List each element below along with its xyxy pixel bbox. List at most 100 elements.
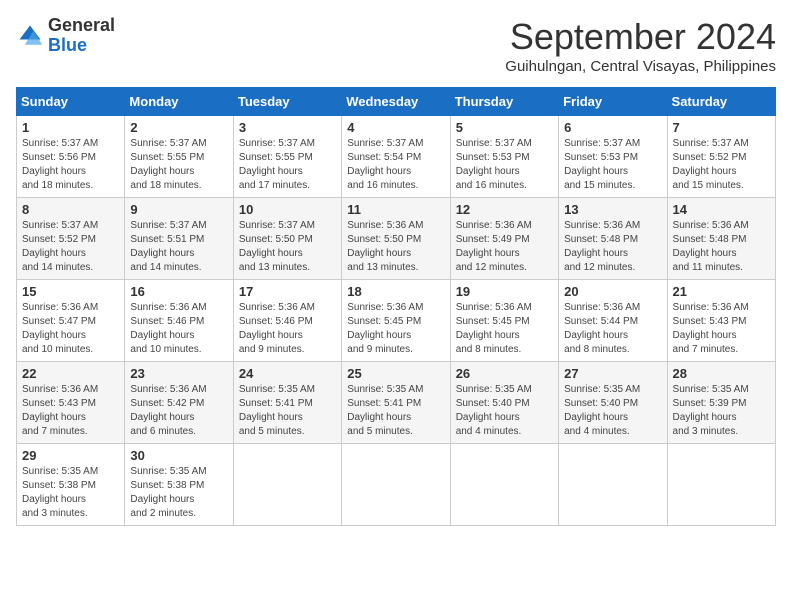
day-number: 2 — [130, 120, 227, 135]
day-detail: Sunrise: 5:35 AMSunset: 5:38 PMDaylight … — [130, 466, 206, 519]
day-number: 25 — [347, 366, 444, 381]
day-number: 15 — [22, 284, 119, 299]
logo-icon — [16, 22, 44, 50]
weekday-header: Thursday — [450, 88, 558, 116]
day-number: 20 — [564, 284, 661, 299]
calendar-cell: 19 Sunrise: 5:36 AMSunset: 5:45 PMDayligh… — [450, 280, 558, 362]
day-detail: Sunrise: 5:36 AMSunset: 5:47 PMDaylight … — [22, 302, 98, 355]
calendar-table: SundayMondayTuesdayWednesdayThursdayFrid… — [16, 87, 776, 526]
day-number: 8 — [22, 202, 119, 217]
day-detail: Sunrise: 5:37 AMSunset: 5:50 PMDaylight … — [239, 220, 315, 273]
calendar-cell: 12 Sunrise: 5:36 AMSunset: 5:49 PMDayligh… — [450, 198, 558, 280]
day-detail: Sunrise: 5:36 AMSunset: 5:44 PMDaylight … — [564, 302, 640, 355]
day-number: 23 — [130, 366, 227, 381]
weekday-header: Friday — [559, 88, 667, 116]
day-number: 10 — [239, 202, 336, 217]
day-number: 29 — [22, 448, 119, 463]
day-number: 13 — [564, 202, 661, 217]
day-number: 19 — [456, 284, 553, 299]
calendar-cell — [342, 444, 450, 526]
day-number: 7 — [673, 120, 770, 135]
day-detail: Sunrise: 5:37 AMSunset: 5:52 PMDaylight … — [673, 138, 749, 191]
calendar-cell: 20 Sunrise: 5:36 AMSunset: 5:44 PMDayligh… — [559, 280, 667, 362]
page-header: General Blue September 2024 Guihulngan, … — [16, 16, 776, 75]
calendar-cell: 11Sunrise: 5:36 AMSunset: 5:50 PMDayligh… — [342, 198, 450, 280]
day-detail: Sunrise: 5:37 AMSunset: 5:51 PMDaylight … — [130, 220, 206, 273]
location: Guihulngan, Central Visayas, Philippines — [505, 58, 776, 75]
calendar-cell: 30 Sunrise: 5:35 AMSunset: 5:38 PMDayligh… — [125, 444, 233, 526]
day-number: 16 — [130, 284, 227, 299]
calendar-cell: 7 Sunrise: 5:37 AMSunset: 5:52 PMDaylight… — [667, 116, 775, 198]
calendar-cell: 1 Sunrise: 5:37 AMSunset: 5:56 PMDaylight… — [17, 116, 125, 198]
day-detail: Sunrise: 5:36 AMSunset: 5:48 PMDaylight … — [564, 220, 640, 273]
calendar-cell: 29 Sunrise: 5:35 AMSunset: 5:38 PMDayligh… — [17, 444, 125, 526]
calendar-cell: 22 Sunrise: 5:36 AMSunset: 5:43 PMDayligh… — [17, 362, 125, 444]
title-block: September 2024 Guihulngan, Central Visay… — [505, 16, 776, 75]
day-number: 22 — [22, 366, 119, 381]
day-detail: Sunrise: 5:36 AMSunset: 5:43 PMDaylight … — [673, 302, 749, 355]
day-number: 26 — [456, 366, 553, 381]
weekday-header: Saturday — [667, 88, 775, 116]
day-number: 24 — [239, 366, 336, 381]
calendar-cell — [450, 444, 558, 526]
day-detail: Sunrise: 5:36 AMSunset: 5:45 PMDaylight … — [347, 302, 423, 355]
day-number: 12 — [456, 202, 553, 217]
day-number: 11 — [347, 202, 444, 217]
weekday-header: Monday — [125, 88, 233, 116]
weekday-header: Tuesday — [233, 88, 341, 116]
day-detail: Sunrise: 5:35 AMSunset: 5:41 PMDaylight … — [239, 384, 315, 437]
calendar-cell: 13 Sunrise: 5:36 AMSunset: 5:48 PMDayligh… — [559, 198, 667, 280]
day-number: 27 — [564, 366, 661, 381]
day-detail: Sunrise: 5:37 AMSunset: 5:53 PMDaylight … — [564, 138, 640, 191]
logo-blue-text: Blue — [48, 35, 87, 55]
day-detail: Sunrise: 5:36 AMSunset: 5:46 PMDaylight … — [239, 302, 315, 355]
day-number: 9 — [130, 202, 227, 217]
day-detail: Sunrise: 5:37 AMSunset: 5:54 PMDaylight … — [347, 138, 423, 191]
logo: General Blue — [16, 16, 115, 56]
day-detail: Sunrise: 5:37 AMSunset: 5:52 PMDaylight … — [22, 220, 98, 273]
day-detail: Sunrise: 5:37 AMSunset: 5:55 PMDaylight … — [130, 138, 206, 191]
weekday-header: Wednesday — [342, 88, 450, 116]
calendar-cell: 26 Sunrise: 5:35 AMSunset: 5:40 PMDayligh… — [450, 362, 558, 444]
weekday-header: Sunday — [17, 88, 125, 116]
day-detail: Sunrise: 5:36 AMSunset: 5:43 PMDaylight … — [22, 384, 98, 437]
calendar-cell: 2 Sunrise: 5:37 AMSunset: 5:55 PMDaylight… — [125, 116, 233, 198]
day-number: 18 — [347, 284, 444, 299]
month-title: September 2024 — [505, 16, 776, 58]
day-detail: Sunrise: 5:36 AMSunset: 5:49 PMDaylight … — [456, 220, 532, 273]
day-number: 14 — [673, 202, 770, 217]
day-number: 4 — [347, 120, 444, 135]
day-number: 1 — [22, 120, 119, 135]
calendar-cell — [559, 444, 667, 526]
calendar-cell: 23 Sunrise: 5:36 AMSunset: 5:42 PMDayligh… — [125, 362, 233, 444]
calendar-cell: 14 Sunrise: 5:36 AMSunset: 5:48 PMDayligh… — [667, 198, 775, 280]
calendar-cell — [233, 444, 341, 526]
day-number: 6 — [564, 120, 661, 135]
calendar-cell: 27Sunrise: 5:35 AMSunset: 5:40 PMDayligh… — [559, 362, 667, 444]
calendar-cell: 24 Sunrise: 5:35 AMSunset: 5:41 PMDayligh… — [233, 362, 341, 444]
day-number: 30 — [130, 448, 227, 463]
calendar-cell: 16 Sunrise: 5:36 AMSunset: 5:46 PMDayligh… — [125, 280, 233, 362]
calendar-cell: 6 Sunrise: 5:37 AMSunset: 5:53 PMDaylight… — [559, 116, 667, 198]
calendar-cell: 18 Sunrise: 5:36 AMSunset: 5:45 PMDayligh… — [342, 280, 450, 362]
day-number: 21 — [673, 284, 770, 299]
day-detail: Sunrise: 5:35 AMSunset: 5:38 PMDaylight … — [22, 466, 98, 519]
calendar-cell: 4 Sunrise: 5:37 AMSunset: 5:54 PMDaylight… — [342, 116, 450, 198]
calendar-cell: 21 Sunrise: 5:36 AMSunset: 5:43 PMDayligh… — [667, 280, 775, 362]
day-number: 5 — [456, 120, 553, 135]
day-detail: Sunrise: 5:37 AMSunset: 5:53 PMDaylight … — [456, 138, 532, 191]
calendar-body: 1 Sunrise: 5:37 AMSunset: 5:56 PMDaylight… — [17, 116, 776, 526]
day-detail: Sunrise: 5:35 AMSunset: 5:40 PMDaylight … — [456, 384, 532, 437]
day-detail: Sunrise: 5:35 AMSunset: 5:39 PMDaylight … — [673, 384, 749, 437]
calendar-cell: 25Sunrise: 5:35 AMSunset: 5:41 PMDayligh… — [342, 362, 450, 444]
calendar-cell: 15 Sunrise: 5:36 AMSunset: 5:47 PMDayligh… — [17, 280, 125, 362]
calendar-cell: 28Sunrise: 5:35 AMSunset: 5:39 PMDayligh… — [667, 362, 775, 444]
day-detail: Sunrise: 5:36 AMSunset: 5:48 PMDaylight … — [673, 220, 749, 273]
day-detail: Sunrise: 5:37 AMSunset: 5:56 PMDaylight … — [22, 138, 98, 191]
day-detail: Sunrise: 5:36 AMSunset: 5:45 PMDaylight … — [456, 302, 532, 355]
day-detail: Sunrise: 5:36 AMSunset: 5:46 PMDaylight … — [130, 302, 206, 355]
day-detail: Sunrise: 5:36 AMSunset: 5:42 PMDaylight … — [130, 384, 206, 437]
day-number: 17 — [239, 284, 336, 299]
calendar-cell: 8 Sunrise: 5:37 AMSunset: 5:52 PMDaylight… — [17, 198, 125, 280]
calendar-cell: 17 Sunrise: 5:36 AMSunset: 5:46 PMDayligh… — [233, 280, 341, 362]
